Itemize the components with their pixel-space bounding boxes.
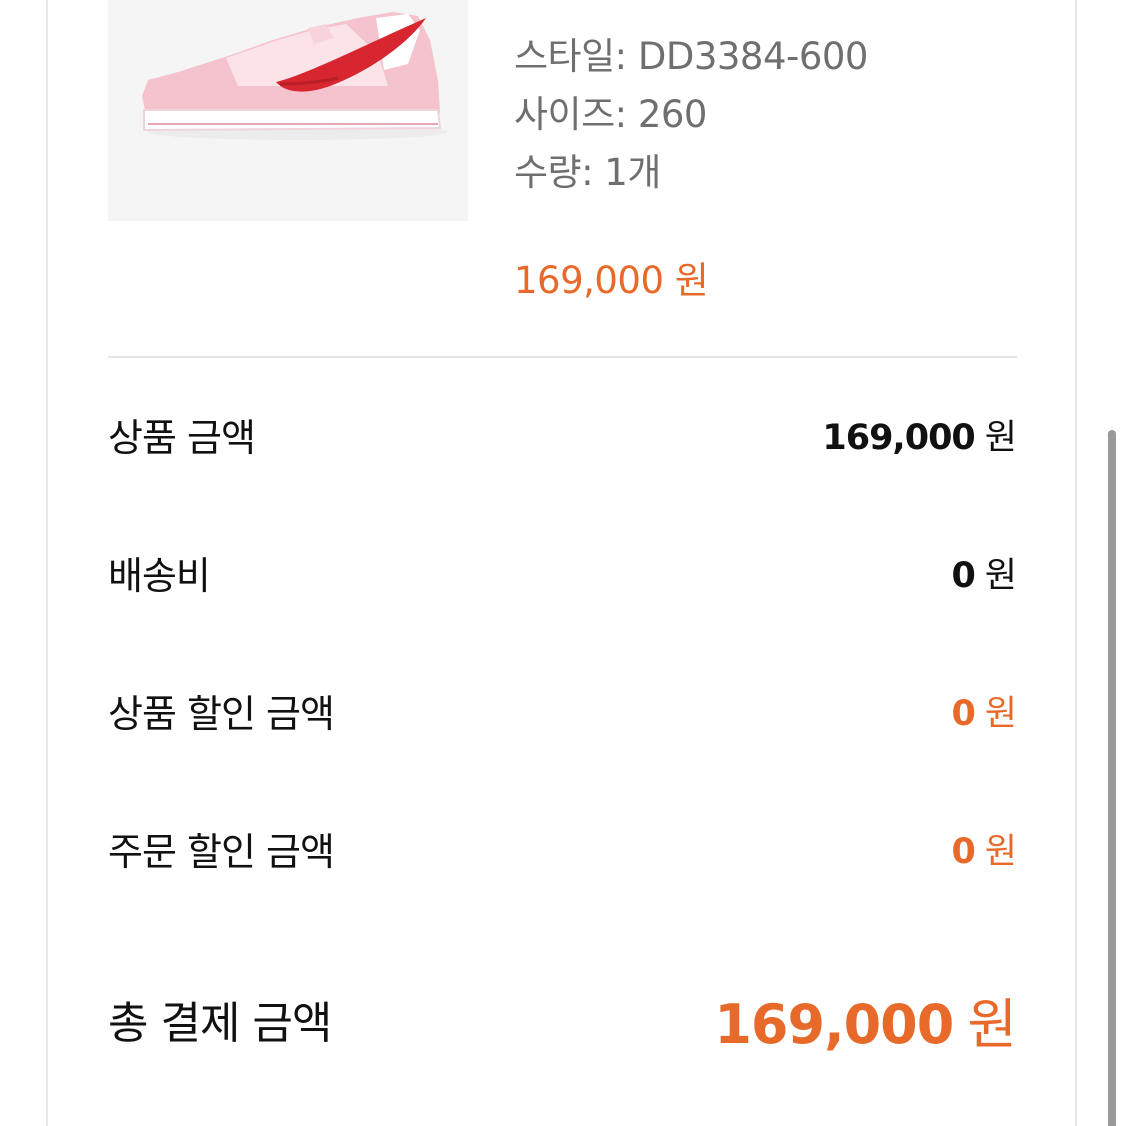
order-discount-unit: 원 [984, 831, 1017, 872]
shipping-amount: 0 [951, 555, 975, 596]
summary-row-item-discount: 상품 할인 금액 0원 [108, 680, 1017, 740]
total-unit: 원 [967, 992, 1017, 1056]
subtotal-amount: 169,000 [822, 417, 975, 458]
order-summary-screen: 스타일: DD3384-600 사이즈: 260 수량: 1개 169,000 … [0, 0, 1125, 1126]
subtotal-value: 169,000 원 [822, 409, 1017, 460]
subtotal-label: 상품 금액 [108, 415, 256, 460]
shipping-value: 0원 [951, 547, 1017, 598]
product-price: 169,000 원 [514, 259, 709, 302]
summary-row-subtotal: 상품 금액 169,000 원 [108, 404, 1017, 464]
item-discount-unit: 원 [984, 693, 1017, 734]
total-label: 총 결제 금액 [108, 998, 332, 1049]
sneaker-icon [142, 12, 448, 140]
item-discount-label: 상품 할인 금액 [108, 691, 335, 736]
total-amount: 169,000 [714, 992, 954, 1056]
product-quantity: 수량: 1개 [514, 151, 661, 194]
summary-row-shipping: 배송비 0원 [108, 542, 1017, 602]
shipping-label: 배송비 [108, 553, 211, 598]
item-discount-amount: 0 [951, 693, 975, 734]
total-value: 169,000 원 [714, 980, 1017, 1059]
item-discount-value: 0원 [951, 685, 1017, 736]
scrollbar[interactable] [1108, 430, 1116, 1126]
order-discount-value: 0원 [951, 823, 1017, 874]
summary-row-order-discount: 주문 할인 금액 0원 [108, 818, 1017, 878]
shipping-unit: 원 [984, 555, 1017, 596]
subtotal-unit: 원 [984, 417, 1017, 458]
section-divider [108, 356, 1017, 358]
order-discount-amount: 0 [951, 831, 975, 872]
order-discount-label: 주문 할인 금액 [108, 829, 335, 874]
product-style: 스타일: DD3384-600 [514, 35, 868, 78]
product-size: 사이즈: 260 [514, 93, 707, 136]
summary-row-total: 총 결제 금액 169,000 원 [108, 984, 1017, 1056]
product-image[interactable] [108, 0, 468, 221]
